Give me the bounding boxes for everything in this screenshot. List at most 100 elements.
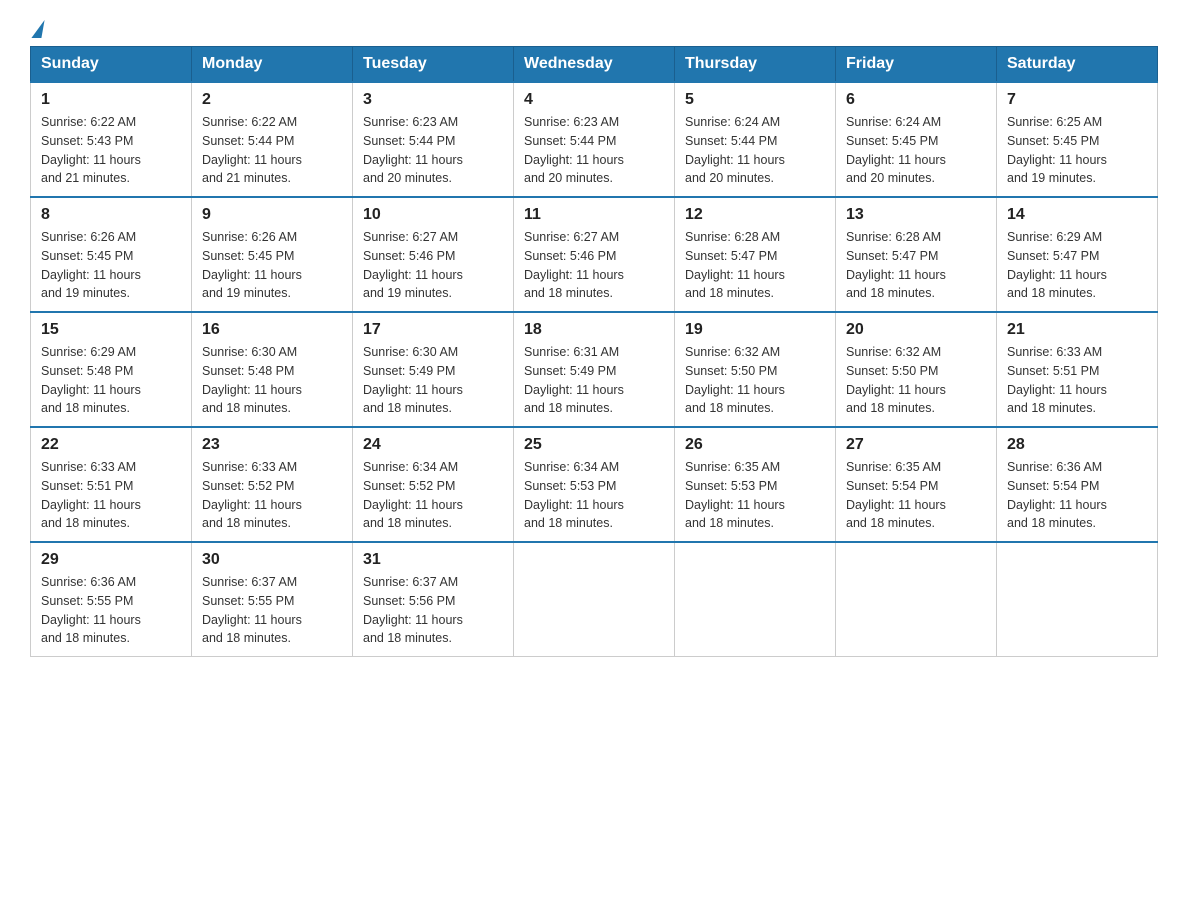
calendar-cell: 9 Sunrise: 6:26 AMSunset: 5:45 PMDayligh…: [192, 197, 353, 312]
day-info: Sunrise: 6:27 AMSunset: 5:46 PMDaylight:…: [524, 230, 624, 300]
calendar-cell: 12 Sunrise: 6:28 AMSunset: 5:47 PMDaylig…: [675, 197, 836, 312]
day-info: Sunrise: 6:33 AMSunset: 5:51 PMDaylight:…: [1007, 345, 1107, 415]
day-info: Sunrise: 6:25 AMSunset: 5:45 PMDaylight:…: [1007, 115, 1107, 185]
day-number: 23: [202, 436, 342, 454]
day-number: 16: [202, 321, 342, 339]
calendar-cell: 29 Sunrise: 6:36 AMSunset: 5:55 PMDaylig…: [31, 542, 192, 657]
day-number: 3: [363, 91, 503, 109]
day-number: 26: [685, 436, 825, 454]
day-number: 14: [1007, 206, 1147, 224]
calendar-cell: 11 Sunrise: 6:27 AMSunset: 5:46 PMDaylig…: [514, 197, 675, 312]
day-info: Sunrise: 6:22 AMSunset: 5:43 PMDaylight:…: [41, 115, 141, 185]
day-number: 27: [846, 436, 986, 454]
day-number: 18: [524, 321, 664, 339]
day-number: 17: [363, 321, 503, 339]
day-info: Sunrise: 6:24 AMSunset: 5:45 PMDaylight:…: [846, 115, 946, 185]
col-header-wednesday: Wednesday: [514, 47, 675, 83]
day-number: 20: [846, 321, 986, 339]
calendar-cell: 21 Sunrise: 6:33 AMSunset: 5:51 PMDaylig…: [997, 312, 1158, 427]
calendar-cell: 6 Sunrise: 6:24 AMSunset: 5:45 PMDayligh…: [836, 82, 997, 197]
calendar-cell: [836, 542, 997, 657]
day-number: 21: [1007, 321, 1147, 339]
calendar-week-row: 15 Sunrise: 6:29 AMSunset: 5:48 PMDaylig…: [31, 312, 1158, 427]
day-number: 19: [685, 321, 825, 339]
calendar-cell: 14 Sunrise: 6:29 AMSunset: 5:47 PMDaylig…: [997, 197, 1158, 312]
calendar-header-row: SundayMondayTuesdayWednesdayThursdayFrid…: [31, 47, 1158, 83]
calendar-cell: 5 Sunrise: 6:24 AMSunset: 5:44 PMDayligh…: [675, 82, 836, 197]
day-info: Sunrise: 6:31 AMSunset: 5:49 PMDaylight:…: [524, 345, 624, 415]
calendar-cell: 15 Sunrise: 6:29 AMSunset: 5:48 PMDaylig…: [31, 312, 192, 427]
calendar-week-row: 1 Sunrise: 6:22 AMSunset: 5:43 PMDayligh…: [31, 82, 1158, 197]
day-number: 4: [524, 91, 664, 109]
calendar-cell: 7 Sunrise: 6:25 AMSunset: 5:45 PMDayligh…: [997, 82, 1158, 197]
calendar-cell: 22 Sunrise: 6:33 AMSunset: 5:51 PMDaylig…: [31, 427, 192, 542]
day-info: Sunrise: 6:28 AMSunset: 5:47 PMDaylight:…: [685, 230, 785, 300]
day-info: Sunrise: 6:36 AMSunset: 5:55 PMDaylight:…: [41, 575, 141, 645]
day-info: Sunrise: 6:28 AMSunset: 5:47 PMDaylight:…: [846, 230, 946, 300]
calendar-cell: 24 Sunrise: 6:34 AMSunset: 5:52 PMDaylig…: [353, 427, 514, 542]
day-number: 10: [363, 206, 503, 224]
calendar-cell: 20 Sunrise: 6:32 AMSunset: 5:50 PMDaylig…: [836, 312, 997, 427]
col-header-tuesday: Tuesday: [353, 47, 514, 83]
day-info: Sunrise: 6:32 AMSunset: 5:50 PMDaylight:…: [685, 345, 785, 415]
day-number: 8: [41, 206, 181, 224]
day-info: Sunrise: 6:29 AMSunset: 5:47 PMDaylight:…: [1007, 230, 1107, 300]
day-info: Sunrise: 6:23 AMSunset: 5:44 PMDaylight:…: [524, 115, 624, 185]
day-info: Sunrise: 6:27 AMSunset: 5:46 PMDaylight:…: [363, 230, 463, 300]
day-info: Sunrise: 6:26 AMSunset: 5:45 PMDaylight:…: [41, 230, 141, 300]
calendar-week-row: 29 Sunrise: 6:36 AMSunset: 5:55 PMDaylig…: [31, 542, 1158, 657]
col-header-friday: Friday: [836, 47, 997, 83]
day-number: 1: [41, 91, 181, 109]
calendar-cell: 10 Sunrise: 6:27 AMSunset: 5:46 PMDaylig…: [353, 197, 514, 312]
calendar-cell: 26 Sunrise: 6:35 AMSunset: 5:53 PMDaylig…: [675, 427, 836, 542]
day-info: Sunrise: 6:34 AMSunset: 5:53 PMDaylight:…: [524, 460, 624, 530]
day-number: 6: [846, 91, 986, 109]
day-number: 13: [846, 206, 986, 224]
col-header-thursday: Thursday: [675, 47, 836, 83]
day-number: 7: [1007, 91, 1147, 109]
day-info: Sunrise: 6:35 AMSunset: 5:54 PMDaylight:…: [846, 460, 946, 530]
col-header-sunday: Sunday: [31, 47, 192, 83]
day-info: Sunrise: 6:35 AMSunset: 5:53 PMDaylight:…: [685, 460, 785, 530]
calendar-cell: [514, 542, 675, 657]
day-info: Sunrise: 6:37 AMSunset: 5:55 PMDaylight:…: [202, 575, 302, 645]
day-info: Sunrise: 6:37 AMSunset: 5:56 PMDaylight:…: [363, 575, 463, 645]
day-info: Sunrise: 6:36 AMSunset: 5:54 PMDaylight:…: [1007, 460, 1107, 530]
calendar-cell: 28 Sunrise: 6:36 AMSunset: 5:54 PMDaylig…: [997, 427, 1158, 542]
col-header-saturday: Saturday: [997, 47, 1158, 83]
day-number: 12: [685, 206, 825, 224]
calendar-cell: 8 Sunrise: 6:26 AMSunset: 5:45 PMDayligh…: [31, 197, 192, 312]
day-info: Sunrise: 6:30 AMSunset: 5:49 PMDaylight:…: [363, 345, 463, 415]
day-number: 29: [41, 551, 181, 569]
day-info: Sunrise: 6:34 AMSunset: 5:52 PMDaylight:…: [363, 460, 463, 530]
day-info: Sunrise: 6:30 AMSunset: 5:48 PMDaylight:…: [202, 345, 302, 415]
col-header-monday: Monday: [192, 47, 353, 83]
calendar-cell: 31 Sunrise: 6:37 AMSunset: 5:56 PMDaylig…: [353, 542, 514, 657]
day-number: 30: [202, 551, 342, 569]
day-number: 31: [363, 551, 503, 569]
calendar-cell: 1 Sunrise: 6:22 AMSunset: 5:43 PMDayligh…: [31, 82, 192, 197]
day-number: 11: [524, 206, 664, 224]
day-number: 25: [524, 436, 664, 454]
day-number: 28: [1007, 436, 1147, 454]
day-number: 15: [41, 321, 181, 339]
calendar-cell: 17 Sunrise: 6:30 AMSunset: 5:49 PMDaylig…: [353, 312, 514, 427]
calendar-cell: 16 Sunrise: 6:30 AMSunset: 5:48 PMDaylig…: [192, 312, 353, 427]
day-info: Sunrise: 6:29 AMSunset: 5:48 PMDaylight:…: [41, 345, 141, 415]
logo-triangle-icon: [31, 20, 44, 38]
calendar-table: SundayMondayTuesdayWednesdayThursdayFrid…: [30, 46, 1158, 657]
calendar-cell: 13 Sunrise: 6:28 AMSunset: 5:47 PMDaylig…: [836, 197, 997, 312]
page-header: [30, 20, 1158, 36]
day-info: Sunrise: 6:22 AMSunset: 5:44 PMDaylight:…: [202, 115, 302, 185]
calendar-week-row: 22 Sunrise: 6:33 AMSunset: 5:51 PMDaylig…: [31, 427, 1158, 542]
day-number: 2: [202, 91, 342, 109]
calendar-cell: 3 Sunrise: 6:23 AMSunset: 5:44 PMDayligh…: [353, 82, 514, 197]
day-number: 9: [202, 206, 342, 224]
calendar-cell: [997, 542, 1158, 657]
day-info: Sunrise: 6:33 AMSunset: 5:52 PMDaylight:…: [202, 460, 302, 530]
calendar-cell: 30 Sunrise: 6:37 AMSunset: 5:55 PMDaylig…: [192, 542, 353, 657]
calendar-cell: 19 Sunrise: 6:32 AMSunset: 5:50 PMDaylig…: [675, 312, 836, 427]
calendar-cell: 4 Sunrise: 6:23 AMSunset: 5:44 PMDayligh…: [514, 82, 675, 197]
day-number: 5: [685, 91, 825, 109]
calendar-week-row: 8 Sunrise: 6:26 AMSunset: 5:45 PMDayligh…: [31, 197, 1158, 312]
